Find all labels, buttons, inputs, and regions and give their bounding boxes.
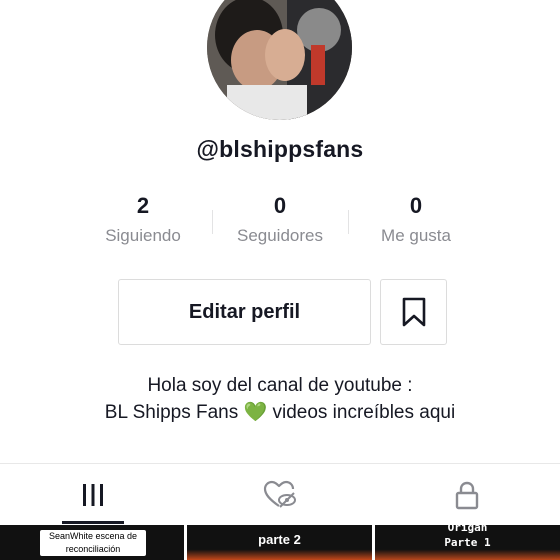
bookmark-icon — [402, 297, 425, 327]
video-grid: SeanWhite escena de reconciliación parte… — [0, 525, 560, 560]
profile-username: @blshippsfans — [196, 136, 364, 162]
bookmark-button[interactable] — [380, 279, 447, 345]
tab-videos[interactable] — [0, 464, 186, 526]
profile-tabbar — [0, 463, 560, 526]
green-heart-emoji: 💚 — [243, 402, 268, 423]
video-thumbnail[interactable]: parte 2 — [187, 525, 372, 560]
stat-followers-label: Seguidores — [236, 226, 323, 245]
tab-private[interactable] — [374, 464, 560, 526]
bio-line-2-suffix: videos increíbles aqui — [267, 402, 456, 423]
stat-likes[interactable]: 0 Me gusta — [348, 192, 484, 246]
stat-followers-count: 0 — [273, 193, 287, 218]
stat-followers[interactable]: 0 Seguidores — [212, 192, 348, 246]
profile-avatar[interactable] — [207, 0, 352, 120]
video-caption-line-1: Origan — [447, 525, 488, 534]
stat-following[interactable]: 2 Siguiendo — [75, 192, 211, 246]
video-thumbnail[interactable]: SeanWhite escena de reconciliación — [0, 525, 184, 560]
edit-profile-button[interactable]: Editar perfil — [118, 279, 371, 345]
video-caption-line-2: reconciliación — [65, 544, 121, 554]
stat-likes-label: Me gusta — [381, 226, 451, 245]
bio-line-2: BL Shipps Fans 💚 videos increíbles aqui — [0, 399, 560, 426]
stat-following-count: 2 — [136, 193, 150, 218]
bio-line-1: Hola soy del canal de youtube : — [147, 375, 413, 396]
video-thumbnail[interactable]: Origan Parte 1 — [375, 525, 560, 560]
video-caption-line-2: Parte 1 — [444, 536, 491, 549]
video-caption: Origan Parte 1 — [375, 525, 560, 550]
active-tab-indicator — [62, 521, 124, 524]
lock-icon — [455, 481, 479, 510]
profile-bio: Hola soy del canal de youtube : BL Shipp… — [0, 372, 560, 426]
profile-stats: 2 Siguiendo 0 Seguidores 0 Me gusta — [75, 192, 485, 254]
liked-hidden-icon — [263, 480, 296, 508]
grid-icon — [83, 484, 103, 506]
stat-likes-count: 0 — [409, 193, 423, 218]
video-caption: parte 2 — [258, 532, 301, 547]
stat-following-label: Siguiendo — [105, 226, 181, 245]
video-caption-line-1: SeanWhite escena de — [48, 531, 138, 541]
tab-liked[interactable] — [187, 464, 373, 526]
bio-line-2-prefix: BL Shipps Fans — [104, 402, 244, 423]
avatar-image — [207, 0, 352, 120]
video-caption: SeanWhite escena de reconciliación — [40, 530, 146, 556]
